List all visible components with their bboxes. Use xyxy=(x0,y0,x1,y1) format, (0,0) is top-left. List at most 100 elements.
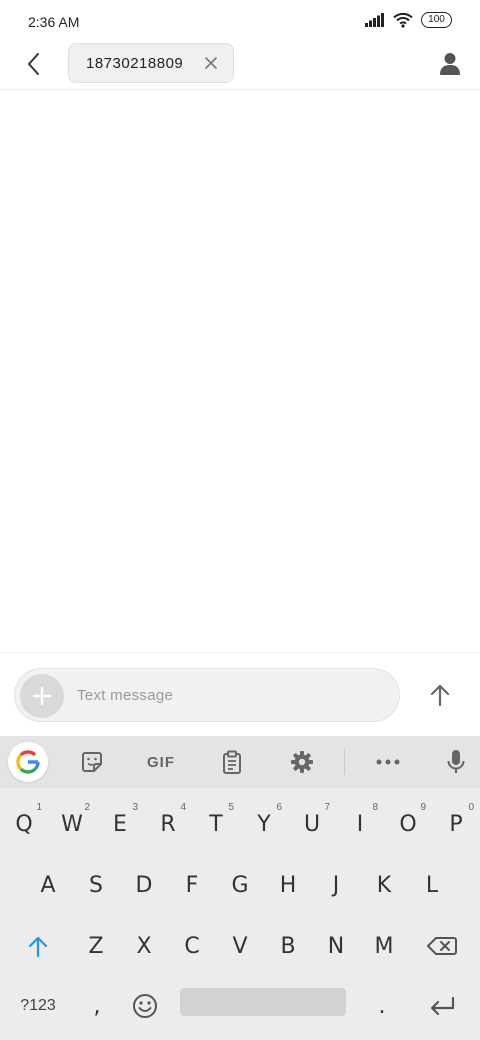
key-label: L xyxy=(425,872,439,898)
keyboard: GIF Q 1 W 2 E 3 R 4 T 5 Y 6 U 7 I 8 O 9 … xyxy=(0,736,480,1040)
key-u[interactable]: U7 xyxy=(288,796,336,852)
key-s[interactable]: S xyxy=(72,857,120,913)
mic-icon xyxy=(447,750,465,773)
key-row-1: Q1W2E3R4T5Y6U7I8O9P0 xyxy=(0,796,480,852)
key-hint: 1 xyxy=(36,802,42,813)
key-label: B xyxy=(280,933,296,959)
status-bar: 2:36 AM 100 xyxy=(0,0,480,42)
space-key[interactable] xyxy=(180,988,346,1016)
sticker-icon xyxy=(82,752,102,772)
add-attachment-button[interactable] xyxy=(20,674,64,718)
key-f[interactable]: F xyxy=(168,857,216,913)
key-label: E xyxy=(113,811,127,837)
add-contact-button[interactable] xyxy=(434,48,466,80)
conversation-area[interactable] xyxy=(0,91,480,652)
back-button[interactable] xyxy=(18,48,50,80)
key-hint: 8 xyxy=(372,802,378,813)
key-label: T xyxy=(209,811,223,837)
backspace-icon xyxy=(427,937,457,955)
key-c[interactable]: C xyxy=(168,918,216,974)
key-y[interactable]: Y6 xyxy=(240,796,288,852)
key-hint: 0 xyxy=(468,802,474,813)
battery-icon: 100 xyxy=(421,12,452,28)
key-o[interactable]: O9 xyxy=(384,796,432,852)
key-row-4: ?123 , . xyxy=(0,978,480,1034)
key-v[interactable]: V xyxy=(216,918,264,974)
key-b[interactable]: B xyxy=(264,918,312,974)
enter-key[interactable] xyxy=(414,978,470,1034)
key-hint: 6 xyxy=(276,802,282,813)
message-input[interactable] xyxy=(77,675,387,715)
arrow-up-icon xyxy=(430,684,450,707)
key-row-2: ASD F GHJK L xyxy=(0,857,480,913)
shift-key[interactable] xyxy=(12,918,64,974)
more-button[interactable] xyxy=(368,742,408,782)
clipboard-icon xyxy=(223,750,241,774)
recipient-chip[interactable]: 18730218809 xyxy=(68,43,234,83)
key-j[interactable]: J xyxy=(312,857,360,913)
key-e[interactable]: E3 xyxy=(96,796,144,852)
key-a[interactable]: A xyxy=(24,857,72,913)
key-p[interactable]: P0 xyxy=(432,796,480,852)
key-x[interactable]: X xyxy=(120,918,168,974)
key-hint: 4 xyxy=(180,802,186,813)
key-label: K xyxy=(376,872,392,898)
key-h[interactable]: H xyxy=(264,857,312,913)
key-q[interactable]: Q1 xyxy=(0,796,48,852)
google-search-button[interactable] xyxy=(8,742,48,782)
symbols-key[interactable]: ?123 xyxy=(10,978,66,1034)
key-hint: 3 xyxy=(132,802,138,813)
settings-button[interactable] xyxy=(282,742,322,782)
key-l[interactable]: L xyxy=(408,857,456,913)
key-z[interactable]: Z xyxy=(72,918,120,974)
key-g[interactable]: G xyxy=(216,857,264,913)
sticker-button[interactable] xyxy=(72,742,112,782)
status-icons: 100 xyxy=(365,12,452,28)
key-label: D xyxy=(135,872,153,898)
key-label: P xyxy=(449,811,463,837)
key-w[interactable]: W2 xyxy=(48,796,96,852)
gif-button[interactable]: GIF xyxy=(138,742,184,782)
key-r[interactable]: R4 xyxy=(144,796,192,852)
key-label: W xyxy=(61,811,83,837)
backspace-key[interactable] xyxy=(414,918,470,974)
shift-arrow-icon xyxy=(28,936,48,957)
send-button[interactable] xyxy=(424,679,456,711)
emoji-icon xyxy=(133,994,157,1018)
key-i[interactable]: I8 xyxy=(336,796,384,852)
key-d[interactable]: D xyxy=(120,857,168,913)
key-label: O xyxy=(399,811,417,837)
key-label: F xyxy=(185,872,199,898)
enter-icon xyxy=(430,997,455,1015)
key-hint: 7 xyxy=(324,802,330,813)
key-label: Q xyxy=(15,811,33,837)
key-k[interactable]: K xyxy=(360,857,408,913)
remove-recipient-button[interactable] xyxy=(203,55,219,71)
key-m[interactable]: M xyxy=(360,918,408,974)
key-label: R xyxy=(160,811,176,837)
recipient-number: 18730218809 xyxy=(86,54,184,72)
key-label: U xyxy=(303,811,321,837)
key-label: N xyxy=(327,933,345,959)
toolbar-divider xyxy=(344,749,345,775)
emoji-key[interactable] xyxy=(122,978,168,1034)
close-icon xyxy=(205,57,217,69)
key-hint: 9 xyxy=(420,802,426,813)
period-key[interactable]: . xyxy=(360,978,404,1034)
clipboard-button[interactable] xyxy=(212,742,252,782)
key-hint: 2 xyxy=(84,802,90,813)
key-hint: 5 xyxy=(228,802,234,813)
key-t[interactable]: T5 xyxy=(192,796,240,852)
gear-icon xyxy=(291,751,313,773)
person-icon xyxy=(440,53,460,75)
comma-key[interactable]: , xyxy=(72,978,122,1034)
key-label: C xyxy=(184,933,200,959)
conversation-header: 18730218809 xyxy=(0,42,480,90)
google-icon xyxy=(16,750,40,774)
key-n[interactable]: N xyxy=(312,918,360,974)
keyboard-toolbar: GIF xyxy=(0,736,480,788)
key-label: G xyxy=(231,872,249,898)
comma-key-label: , xyxy=(93,993,101,1019)
voice-input-button[interactable] xyxy=(436,742,476,782)
status-time: 2:36 AM xyxy=(28,14,80,30)
